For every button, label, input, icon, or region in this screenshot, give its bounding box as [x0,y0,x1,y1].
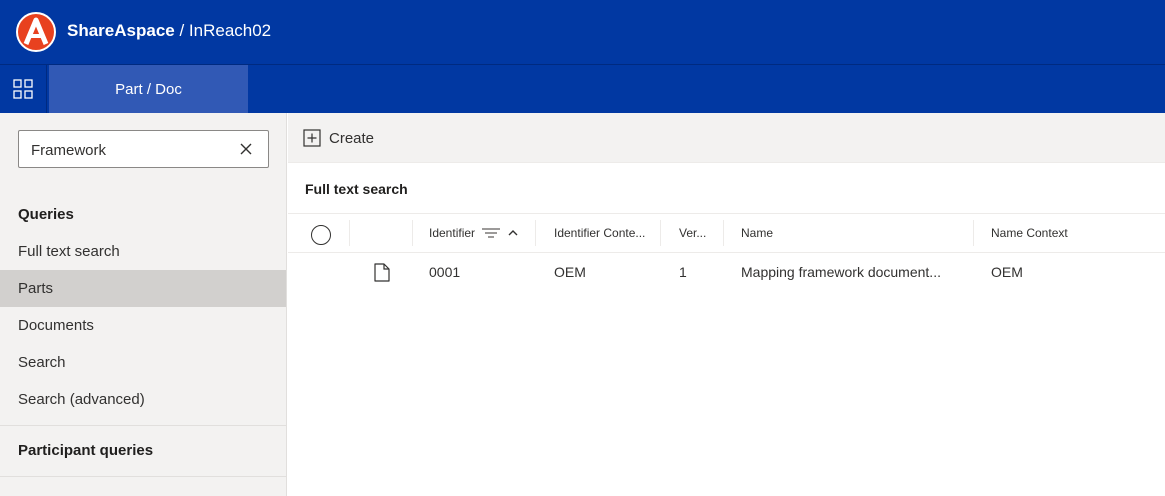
search-input[interactable] [31,140,231,160]
column-separator [973,220,974,246]
tab-part-doc[interactable]: Part / Doc [49,65,248,113]
results-title: Full text search [305,181,408,197]
app-header: ShareAspace / InReach02 [0,0,1165,64]
cell-identifier-context: OEM [554,264,586,280]
select-all-checkbox[interactable] [311,225,331,245]
table-header: Identifier Identifier Conte... Ver... Na… [288,213,1165,253]
cell-identifier[interactable]: 0001 [429,253,529,291]
document-icon [374,263,390,282]
column-separator [660,220,661,246]
sidebar-item-full-text-search[interactable]: Full text search [0,233,286,270]
sidebar-item-parts[interactable]: Parts [0,270,286,307]
create-label: Create [329,129,375,147]
clear-search-button[interactable] [238,141,254,157]
sidebar-divider [0,425,286,426]
column-header-identifier-context[interactable]: Identifier Conte... [554,214,658,252]
grid-icon [13,79,33,99]
column-separator [349,220,350,246]
cell-name-context: OEM [991,264,1023,280]
column-header-name-context[interactable]: Name Context [991,214,1151,252]
column-separator [535,220,536,246]
create-button[interactable]: Create [303,128,374,148]
queries-heading: Queries [18,206,74,223]
sidebar-item-search-advanced[interactable]: Search (advanced) [0,381,286,418]
cell-version: 1 [679,264,687,280]
title-separator: / [174,21,189,40]
sort-ascending-icon[interactable] [507,228,519,238]
close-icon [240,143,252,155]
participant-queries-heading[interactable]: Participant queries [18,442,153,459]
collection-name[interactable]: InReach02 [189,21,271,40]
filter-icon[interactable] [481,226,501,240]
brand-name[interactable]: ShareAspace [67,21,175,40]
column-header-name[interactable]: Name [741,214,961,252]
column-header-identifier[interactable]: Identifier [429,214,539,252]
add-icon [303,129,321,147]
sidebar-item-search[interactable]: Search [0,344,286,381]
column-separator [723,220,724,246]
sidebar-divider [0,476,286,477]
app-title: ShareAspace / InReach02 [67,21,271,41]
search-field [18,130,269,168]
table-row[interactable]: 0001 OEM 1 Mapping framework document...… [288,253,1165,291]
shareaspace-logo-icon[interactable] [16,12,56,52]
column-separator [412,220,413,246]
nav-bar: Part / Doc [0,64,1165,113]
app-launcher-button[interactable] [0,65,47,113]
cell-name: Mapping framework document... [741,264,941,280]
sidebar-item-documents[interactable]: Documents [0,307,286,344]
command-bar: Create [288,113,1165,163]
sidebar: Queries Full text search Parts Documents… [0,113,287,496]
column-label: Identifier [429,226,476,240]
column-header-version[interactable]: Ver... [679,214,719,252]
main-content: Create Full text search Identifier Ident… [288,113,1165,496]
